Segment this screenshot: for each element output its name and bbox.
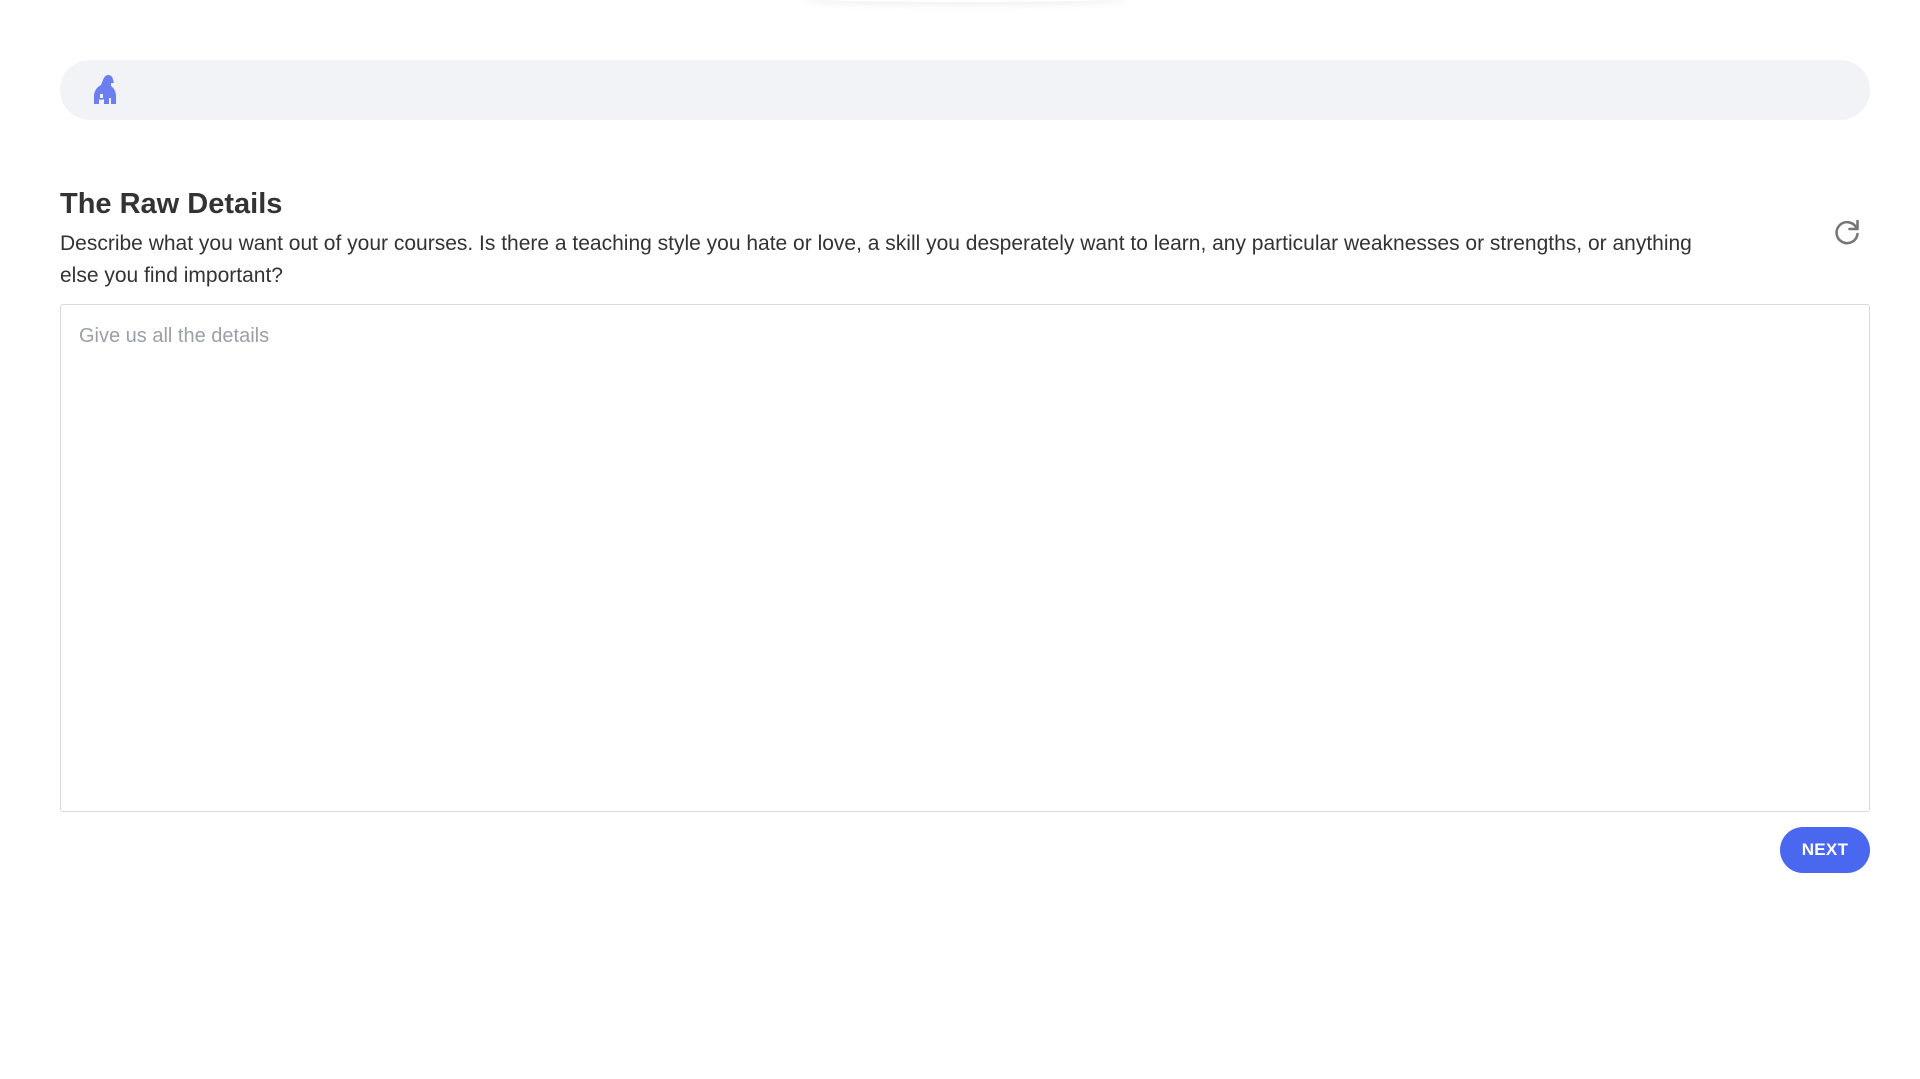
gorilla-icon[interactable] [88,73,120,107]
section-description: Describe what you want out of your cours… [60,232,1692,287]
details-section: The Raw Details Describe what you want o… [60,186,1870,292]
top-navigation-bar [60,60,1870,120]
next-button[interactable]: NEXT [1780,827,1870,873]
refresh-icon[interactable] [1830,215,1864,249]
details-textarea[interactable] [60,304,1870,812]
section-title: The Raw Details [60,188,283,220]
top-shadow-decoration [800,0,1130,2]
